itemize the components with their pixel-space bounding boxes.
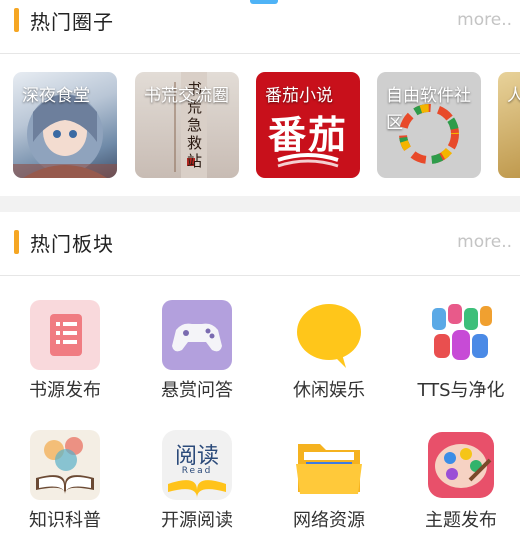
circle-label: 自由软件社区: [386, 86, 471, 133]
circle-label: 深夜食堂: [22, 86, 90, 106]
read-app-icon: 阅读 Read: [162, 430, 232, 500]
board-label: 休闲娱乐: [293, 380, 365, 401]
circle-label: 番茄小说: [265, 86, 333, 106]
palette-icon: [426, 430, 496, 500]
speech-bubble-icon: [294, 300, 364, 370]
board-item-theme-publish[interactable]: 主题发布: [396, 430, 520, 540]
board-label: 网络资源: [293, 510, 365, 531]
circle-card-late-night-canteen[interactable]: 深夜食堂: [13, 72, 117, 178]
read-icon-subtext: Read: [181, 466, 213, 476]
circle-card-next[interactable]: 人: [498, 72, 520, 178]
board-item-leisure[interactable]: 休闲娱乐: [264, 300, 394, 410]
board-item-network-resources[interactable]: 网络资源: [264, 430, 394, 540]
hot-boards-title: 热门板块: [30, 231, 114, 256]
board-item-knowledge[interactable]: 知识科普: [0, 430, 130, 540]
hot-boards-more-link[interactable]: more..: [457, 232, 512, 252]
divider: [0, 275, 520, 276]
board-label: 书源发布: [29, 380, 101, 401]
circle-label: 人: [507, 86, 520, 106]
gamepad-icon: [162, 300, 232, 370]
hot-circles-title: 热门圈子: [30, 9, 114, 34]
board-label: 知识科普: [29, 510, 101, 531]
circle-card-fanqie-novel[interactable]: 番茄 番茄小说: [256, 72, 360, 178]
section-accent-bar: [14, 230, 19, 254]
circle-card-book-shortage[interactable]: 书荒急救站 书荒交流圈: [135, 72, 239, 178]
board-label: 主题发布: [425, 510, 497, 531]
document-list-icon: [30, 300, 100, 370]
circle-card-free-software[interactable]: 自由软件社区: [377, 72, 481, 178]
section-accent-bar: [14, 8, 19, 32]
board-label: 开源阅读: [161, 510, 233, 531]
board-item-open-reading[interactable]: 阅读 Read 开源阅读: [132, 430, 262, 540]
section-separator: [0, 196, 520, 212]
board-item-bounty-qa[interactable]: 悬赏问答: [132, 300, 262, 410]
board-item-tts-purify[interactable]: TTS与净化: [396, 300, 520, 410]
hot-circles-more-link[interactable]: more..: [457, 10, 512, 30]
hot-boards-header: 热门板块 more..: [0, 222, 520, 262]
board-label: TTS与净化: [417, 380, 505, 401]
open-book-icon: [30, 430, 100, 500]
colorful-letters-icon: [426, 300, 496, 370]
board-label: 悬赏问答: [161, 380, 233, 401]
hot-circles-carousel[interactable]: 深夜食堂 书荒急救站 书荒交流圈 番茄 番茄小说 自由软件社区 人: [0, 72, 520, 178]
divider: [0, 53, 520, 54]
fanqie-logo-text: 番茄: [267, 113, 348, 157]
hot-circles-header: 热门圈子 more..: [0, 0, 520, 40]
folder-icon: [294, 430, 364, 500]
board-item-source-publish[interactable]: 书源发布: [0, 300, 130, 410]
circle-label: 书荒交流圈: [144, 86, 229, 106]
